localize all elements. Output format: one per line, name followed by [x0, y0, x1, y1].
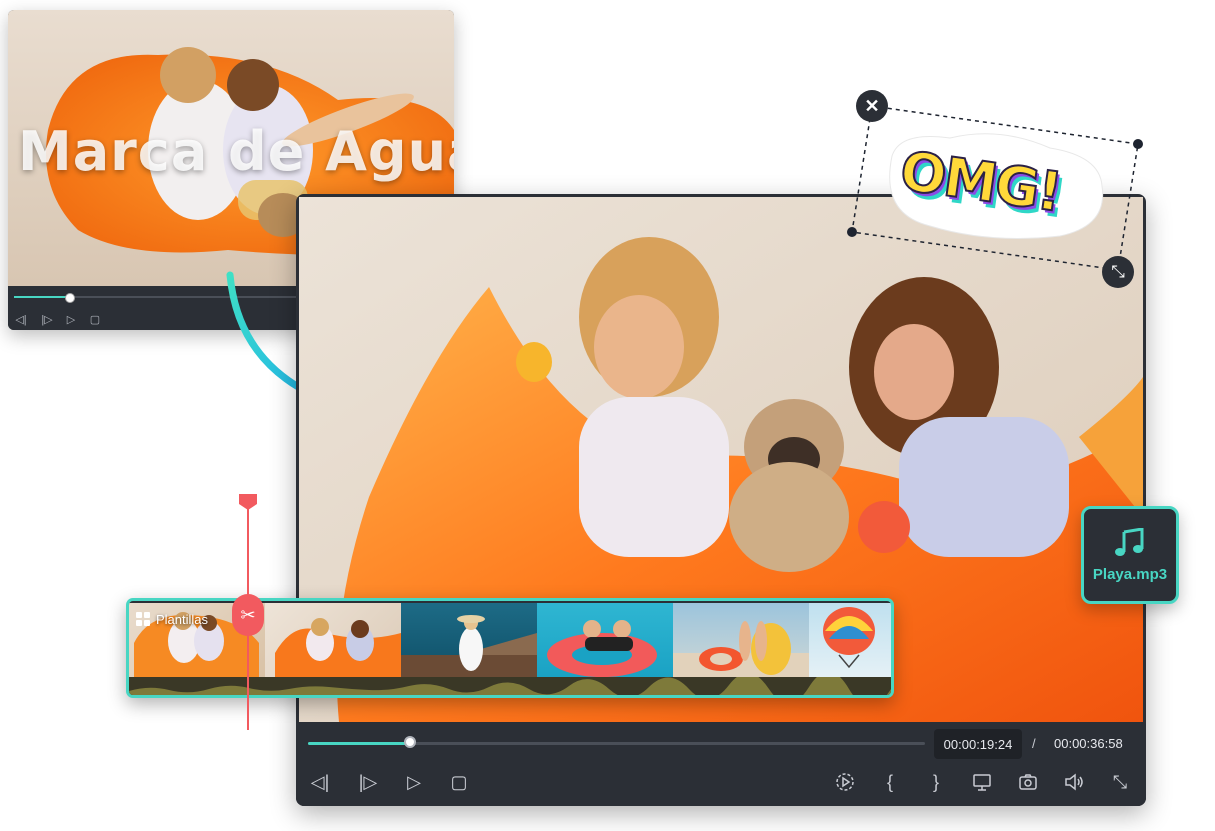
- clip-thumbnail[interactable]: [809, 603, 891, 677]
- sticker-close-icon[interactable]: ✕: [856, 90, 888, 122]
- split-scissors-button[interactable]: ✂: [232, 594, 264, 636]
- time-separator: /: [1032, 736, 1036, 751]
- small-next-frame-icon[interactable]: |▷: [40, 312, 54, 326]
- fullscreen-icon[interactable]: ⤡: [1108, 770, 1132, 794]
- scissors-icon: ✂: [240, 604, 256, 625]
- templates-text: Plantillas: [156, 611, 209, 627]
- stop-icon[interactable]: ▢: [447, 770, 471, 794]
- main-progress-handle[interactable]: [404, 736, 416, 748]
- small-play-icon[interactable]: ▷: [64, 312, 78, 326]
- render-preview-icon[interactable]: [833, 770, 857, 794]
- clip-thumbnail[interactable]: [537, 603, 673, 677]
- sticker-resize-icon[interactable]: ⤡: [1102, 256, 1134, 288]
- small-stop-icon[interactable]: ▢: [88, 312, 102, 326]
- main-progress-fill: [308, 742, 412, 745]
- display-icon[interactable]: [970, 770, 994, 794]
- small-progress-fill: [14, 296, 70, 298]
- volume-icon[interactable]: [1062, 770, 1086, 794]
- small-prev-frame-icon[interactable]: ◁|: [14, 312, 28, 326]
- audio-file-name: Playa.mp3: [1092, 565, 1168, 583]
- mark-in-icon[interactable]: {: [878, 770, 902, 794]
- prev-frame-icon[interactable]: ◁|: [308, 770, 332, 794]
- snapshot-icon[interactable]: [1016, 770, 1040, 794]
- clip-thumbnail[interactable]: [673, 603, 809, 677]
- templates-icon: [136, 612, 150, 626]
- music-note-icon: [1115, 527, 1144, 556]
- play-icon[interactable]: ▷: [402, 770, 426, 794]
- main-player-controls: 00:00:19:24 / 00:00:36:58 ◁| |▷ ▷ ▢ { } …: [296, 722, 1146, 806]
- clip-thumbnail[interactable]: [265, 603, 401, 677]
- audio-file-card[interactable]: Playa.mp3: [1081, 506, 1179, 604]
- playhead-handle-icon[interactable]: [239, 494, 257, 510]
- clip-thumbnail[interactable]: [401, 603, 537, 677]
- small-progress-handle[interactable]: [65, 293, 75, 303]
- mark-out-icon[interactable]: }: [924, 770, 948, 794]
- audio-waveform: [129, 671, 891, 695]
- total-time: 00:00:36:58: [1054, 736, 1123, 751]
- sticker-selection[interactable]: OMG! ✕ ⤡: [840, 86, 1150, 288]
- templates-label: Plantillas: [135, 611, 208, 627]
- next-frame-icon[interactable]: |▷: [356, 770, 380, 794]
- current-time: 00:00:19:24: [934, 729, 1022, 759]
- watermark-text: Marca de Agua: [18, 120, 454, 183]
